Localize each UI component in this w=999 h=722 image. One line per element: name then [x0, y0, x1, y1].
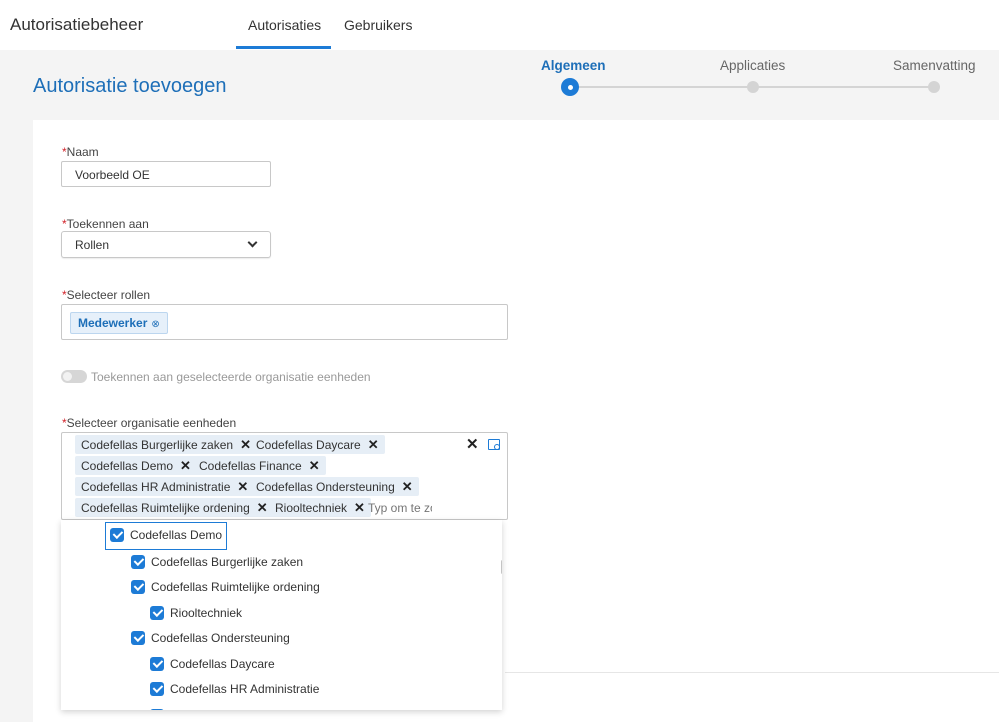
naam-input[interactable]: Voorbeeld OE — [61, 161, 271, 187]
org-chip: Codefellas Demo ✕ — [75, 456, 197, 475]
toekennen-label: *Toekennen aan — [62, 217, 149, 231]
role-chip-medewerker: Medewerker ⊗ — [70, 312, 168, 334]
toekennen-value: Rollen — [75, 238, 110, 252]
org-chip: Codefellas HR Administratie ✕ — [75, 477, 255, 496]
checkbox-checked-icon[interactable] — [131, 630, 145, 645]
org-label: *Selecteer organisatie eenheden — [62, 416, 237, 430]
tab-autorisaties[interactable]: Autorisaties — [248, 17, 321, 33]
step-samenvatting-dot[interactable] — [928, 81, 940, 93]
naam-label: *Naam — [62, 145, 99, 159]
org-chip: Riooltechniek ✕ — [269, 498, 371, 517]
top-bar: Autorisatiebeheer Autorisaties Gebruiker… — [0, 0, 999, 50]
remove-chip-icon[interactable]: ✕ — [257, 500, 268, 515]
step-samenvatting-label[interactable]: Samenvatting — [893, 58, 976, 73]
step-applicaties-label[interactable]: Applicaties — [720, 58, 785, 73]
org-chip: Codefellas Daycare ✕ — [250, 435, 385, 454]
remove-chip-icon[interactable]: ✕ — [368, 437, 379, 452]
clear-all-icon[interactable]: ✕ — [466, 435, 479, 453]
remove-chip-icon[interactable]: ✕ — [309, 458, 320, 473]
org-multiselect[interactable]: Codefellas Burgerlijke zaken ✕ Codefellas… — [61, 432, 508, 520]
org-search-input[interactable] — [368, 499, 432, 517]
tree-item[interactable]: Codefellas Ondersteuning — [131, 628, 290, 648]
checkbox-checked-icon[interactable] — [150, 656, 164, 671]
tree-view-icon[interactable] — [488, 439, 500, 450]
org-chip: Codefellas Ruimtelijke ordening ✕ — [75, 498, 274, 517]
rollen-multiselect[interactable]: Medewerker ⊗ — [61, 304, 508, 340]
checkbox-checked-icon[interactable] — [131, 554, 145, 569]
checkbox-checked-icon[interactable] — [150, 681, 164, 696]
remove-chip-icon[interactable]: ✕ — [354, 500, 365, 515]
checkbox-checked-icon[interactable] — [131, 579, 145, 594]
chevron-down-icon — [247, 237, 258, 248]
checkbox-checked-icon[interactable] — [110, 527, 124, 542]
tree-item[interactable]: Codefellas Ruimtelijke ordening — [131, 577, 320, 597]
checkbox-checked-icon[interactable] — [150, 605, 164, 620]
tree-item[interactable]: Codefellas Daycare — [150, 654, 275, 674]
toekennen-select[interactable]: Rollen — [61, 231, 271, 258]
footer-divider — [505, 672, 999, 673]
active-tab-indicator — [236, 46, 331, 49]
scrollbar-thumb[interactable] — [501, 560, 502, 574]
tree-item[interactable]: Codefellas Burgerlijke zaken — [131, 552, 303, 572]
remove-chip-icon[interactable]: ✕ — [402, 479, 413, 494]
org-chip: Codefellas Finance ✕ — [193, 456, 326, 475]
org-chip: Codefellas Ondersteuning ✕ — [250, 477, 419, 496]
tree-item-partial[interactable] — [150, 706, 170, 710]
page-title: Autorisatie toevoegen — [33, 75, 227, 97]
remove-chip-icon[interactable]: ✕ — [180, 458, 191, 473]
remove-chip-icon[interactable]: ✕ — [237, 479, 248, 494]
remove-chip-icon[interactable]: ⊗ — [151, 319, 159, 330]
toggle-label: Toekennen aan geselecteerde organisatie … — [91, 370, 371, 384]
org-chip: Codefellas Burgerlijke zaken ✕ — [75, 435, 257, 454]
checkbox-checked-icon[interactable] — [150, 708, 164, 710]
step-applicaties-dot[interactable] — [747, 81, 759, 93]
rollen-label: *Selecteer rollen — [62, 288, 151, 302]
tab-gebruikers[interactable]: Gebruikers — [344, 17, 412, 33]
org-tree-dropdown: Codefellas Demo Codefellas Burgerlijke z… — [61, 520, 502, 710]
step-algemeen-label[interactable]: Algemeen — [541, 58, 606, 73]
tree-item[interactable]: Codefellas Demo — [105, 522, 228, 550]
tree-item[interactable]: Riooltechniek — [150, 603, 242, 623]
app-title: Autorisatiebeheer — [10, 15, 144, 34]
tree-item[interactable]: Codefellas HR Administratie — [150, 679, 319, 699]
step-algemeen-dot[interactable] — [561, 78, 579, 96]
assign-selected-units-toggle[interactable] — [61, 370, 87, 383]
